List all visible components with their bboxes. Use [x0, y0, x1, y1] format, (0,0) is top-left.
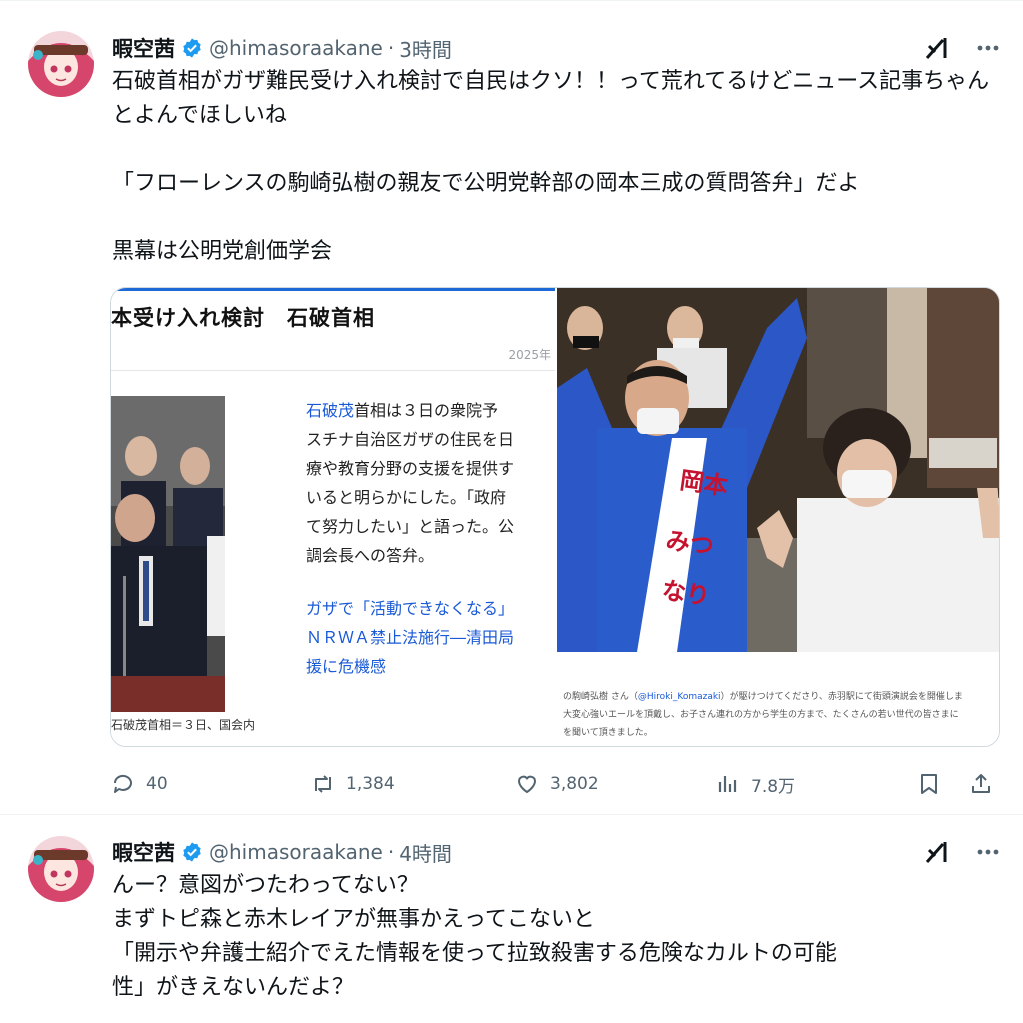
article-date: 2025年 [508, 348, 551, 362]
repost-icon [315, 775, 331, 793]
bookmark-button[interactable] [916, 765, 952, 803]
avatar[interactable] [28, 31, 94, 97]
article-photo [111, 396, 225, 712]
tweet[interactable]: 暇空茜 @himasoraakane · 3時間 石破首相がガザ難民受け入れ検討… [0, 0, 1023, 815]
article-body-first: 首相は３日の衆院予 [354, 401, 499, 420]
more-options-icon[interactable] [973, 837, 1003, 867]
tweet-header: 暇空茜 @himasoraakane · 4時間 [112, 835, 1003, 869]
article-body: 石破茂首相は３日の衆院予 スチナ自治区ガザの住民を日 療や教育分野の支援を提供す… [306, 396, 556, 570]
share-button[interactable] [968, 765, 1004, 803]
avatar[interactable] [28, 836, 94, 902]
author-name[interactable]: 暇空茜 [112, 837, 175, 867]
caption-link[interactable]: @Hiroki_Komazaki [638, 692, 721, 702]
article-screenshot[interactable]: 本受け入れ検討 石破首相 2025年 石破茂首相＝３日、国会内 石破茂首相は３日… [111, 288, 555, 746]
tweet-text: 石破首相がガザ難民受け入れ検討で自民はクソ！！って荒れてるけどニュース記事ちゃん… [112, 69, 990, 264]
tweet[interactable]: 暇空茜 @himasoraakane · 4時間 んー？意図がつたわってない？ … [0, 815, 1023, 1023]
campaign-photo-caption: の駒崎弘樹 さん（@Hiroki_Komazaki）が駆けつけてくださり、赤羽駅… [563, 688, 963, 742]
verified-badge-icon [183, 38, 201, 58]
author-name[interactable]: 暇空茜 [112, 33, 175, 63]
divider [111, 370, 555, 371]
article-body-rest: スチナ自治区ガザの住民を日 療や教育分野の支援を提供す いると明らかにした。「政… [306, 430, 515, 565]
author-handle[interactable]: @himasoraakane [209, 36, 383, 60]
caption-post: ）が駆けつけてくださり、赤羽駅にて街頭演説会を開催しま [720, 692, 963, 702]
campaign-photo: 岡本 みつ なり [557, 288, 999, 652]
article-title: 本受け入れ検討 石破首相 [111, 306, 375, 330]
caption-line2: 大変心強いエールを頂戴し、お子さん連れの方から学生の方まで、たくさんの若い世代の… [563, 710, 959, 720]
heart-icon [517, 775, 537, 794]
campaign-photo-screenshot[interactable]: 岡本 みつ なり の駒崎弘樹 さん（@Hiroki_Komazaki）が駆けつけ… [557, 288, 999, 746]
repost-count: 1,384 [346, 774, 395, 794]
share-icon [972, 774, 990, 793]
grok-icon[interactable] [923, 838, 951, 866]
more-options-icon[interactable] [973, 33, 1003, 63]
reply-count: 40 [146, 774, 168, 794]
timestamp[interactable]: 4時間 [399, 838, 452, 867]
reply-button[interactable]: 40 [110, 765, 168, 803]
verified-badge-icon [183, 842, 201, 862]
article-top-rule [111, 288, 555, 291]
author-handle[interactable]: @himasoraakane [209, 840, 383, 864]
tweet-header: 暇空茜 @himasoraakane · 3時間 [112, 31, 1003, 65]
bookmark-icon [921, 774, 937, 794]
repost-button[interactable]: 1,384 [310, 765, 395, 803]
separator-dot: · [387, 840, 395, 864]
grok-icon[interactable] [923, 34, 951, 62]
separator-dot: · [387, 36, 395, 60]
views-chart-icon [718, 776, 737, 792]
tweet-actions: 40 1,384 3,802 7.8万 [110, 765, 1000, 803]
views-button[interactable]: 7.8万 [715, 765, 795, 803]
caption-line3: を聞いて頂きました。 [563, 728, 653, 738]
reply-icon [113, 774, 132, 793]
like-button[interactable]: 3,802 [514, 765, 599, 803]
article-body-link[interactable]: 石破茂 [306, 401, 354, 420]
media-grid[interactable]: 本受け入れ検討 石破首相 2025年 石破茂首相＝３日、国会内 石破茂首相は３日… [110, 287, 1000, 747]
tweet-text: んー？意図がつたわってない？ まずトピ森と赤木レイアが無事かえってこないと 「開… [112, 873, 837, 1000]
like-count: 3,802 [550, 774, 599, 794]
timestamp[interactable]: 3時間 [399, 34, 452, 63]
views-count: 7.8万 [751, 776, 796, 797]
article-related-links[interactable]: ガザで「活動できなくなる」 ＮＲＷＡ禁止法施行―清田局 援に危機感 [306, 594, 556, 681]
caption-pre: の駒崎弘樹 さん（ [563, 692, 638, 702]
article-photo-caption: 石破茂首相＝３日、国会内 [111, 718, 256, 732]
